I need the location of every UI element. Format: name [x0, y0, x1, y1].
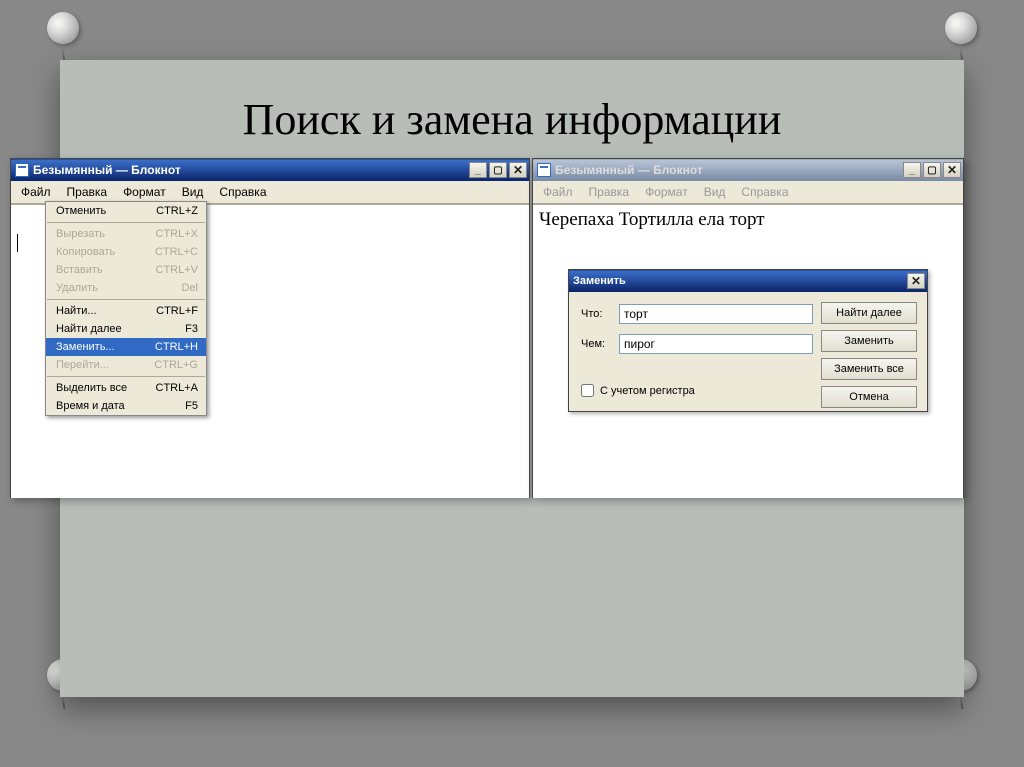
- menu-item-shortcut: CTRL+H: [155, 341, 198, 353]
- menu-item-label: Копировать: [56, 246, 115, 258]
- match-case-label: С учетом регистра: [600, 385, 695, 397]
- menu-item-вставить: Вставить CTRL+V: [46, 261, 206, 279]
- menu-item-label: Найти далее: [56, 323, 122, 335]
- notepad-window-right: Безымянный — Блокнот _ ▢ ✕ Файл Правка Ф…: [532, 158, 964, 498]
- menu-item-label: Перейти...: [56, 359, 109, 371]
- maximize-button[interactable]: ▢: [923, 162, 941, 178]
- menu-help[interactable]: Справка: [211, 183, 274, 201]
- menu-item-shortcut: Del: [181, 282, 198, 294]
- notepad-window-left: Безымянный — Блокнот _ ▢ ✕ Файл Правка Ф…: [10, 158, 530, 498]
- menu-help[interactable]: Справка: [733, 183, 796, 201]
- menu-item-найти[interactable]: Найти... CTRL+F: [46, 302, 206, 320]
- window-title: Безымянный — Блокнот: [555, 163, 703, 177]
- dialog-title: Заменить: [573, 275, 626, 287]
- menu-item-удалить: Удалить Del: [46, 279, 206, 297]
- menu-item-найти далее[interactable]: Найти далее F3: [46, 320, 206, 338]
- replace-dialog: Заменить ✕ Что: Чем: С учетом регистра: [568, 269, 928, 412]
- menu-view[interactable]: Вид: [174, 183, 212, 201]
- find-next-button[interactable]: Найти далее: [821, 302, 917, 324]
- text-cursor: [17, 234, 18, 252]
- menu-item-shortcut: CTRL+Z: [156, 205, 198, 217]
- replace-button[interactable]: Заменить: [821, 330, 917, 352]
- cancel-button[interactable]: Отмена: [821, 386, 917, 408]
- menu-format[interactable]: Формат: [115, 183, 174, 201]
- with-label: Чем:: [581, 338, 613, 350]
- menu-item-выделить все[interactable]: Выделить все CTRL+A: [46, 379, 206, 397]
- what-label: Что:: [581, 308, 613, 320]
- menubar: Файл Правка Формат Вид Справка: [533, 181, 963, 204]
- edit-dropdown-menu: Отменить CTRL+Z Вырезать CTRL+X Копировать CT…: [45, 201, 207, 416]
- menu-item-shortcut: F5: [185, 400, 198, 412]
- menu-item-label: Найти...: [56, 305, 97, 317]
- close-button[interactable]: ✕: [943, 162, 961, 178]
- menu-format[interactable]: Формат: [637, 183, 696, 201]
- menu-item-shortcut: CTRL+F: [156, 305, 198, 317]
- menu-item-shortcut: CTRL+G: [154, 359, 198, 371]
- menu-file[interactable]: Файл: [13, 183, 59, 201]
- menu-item-label: Вставить: [56, 264, 103, 276]
- menu-item-отменить[interactable]: Отменить CTRL+Z: [46, 202, 206, 220]
- slide-title: Поиск и замена информации: [70, 94, 954, 145]
- close-button[interactable]: ✕: [509, 162, 527, 178]
- menu-view[interactable]: Вид: [696, 183, 734, 201]
- menu-item-перейти: Перейти... CTRL+G: [46, 356, 206, 374]
- notepad-icon: [15, 163, 29, 177]
- menu-item-shortcut: CTRL+C: [155, 246, 198, 258]
- menu-item-shortcut: CTRL+A: [156, 382, 199, 394]
- menu-item-label: Вырезать: [56, 228, 105, 240]
- menu-item-копировать: Копировать CTRL+C: [46, 243, 206, 261]
- menu-item-label: Отменить: [56, 205, 106, 217]
- menu-item-label: Удалить: [56, 282, 98, 294]
- menu-item-label: Время и дата: [56, 400, 125, 412]
- minimize-button[interactable]: _: [903, 162, 921, 178]
- menu-item-shortcut: CTRL+X: [156, 228, 199, 240]
- menu-item-shortcut: F3: [185, 323, 198, 335]
- menu-item-shortcut: CTRL+V: [156, 264, 199, 276]
- menu-edit[interactable]: Правка: [59, 183, 116, 201]
- find-what-input[interactable]: [619, 304, 813, 324]
- menu-item-заменить[interactable]: Заменить... CTRL+H: [46, 338, 206, 356]
- dialog-titlebar[interactable]: Заменить ✕: [569, 270, 927, 292]
- replace-all-button[interactable]: Заменить все: [821, 358, 917, 380]
- minimize-button[interactable]: _: [469, 162, 487, 178]
- notepad-icon: [537, 163, 551, 177]
- slide-board: Поиск и замена информации Безымянный — Б…: [60, 60, 964, 697]
- text-content: Черепаха Тортилла ела торт: [539, 209, 765, 230]
- maximize-button[interactable]: ▢: [489, 162, 507, 178]
- menu-item-вырезать: Вырезать CTRL+X: [46, 225, 206, 243]
- menu-item-время и дата[interactable]: Время и дата F5: [46, 397, 206, 415]
- titlebar[interactable]: Безымянный — Блокнот _ ▢ ✕: [533, 159, 963, 181]
- dialog-close-button[interactable]: ✕: [907, 273, 925, 289]
- window-title: Безымянный — Блокнот: [33, 163, 181, 177]
- menu-file[interactable]: Файл: [535, 183, 581, 201]
- titlebar[interactable]: Безымянный — Блокнот _ ▢ ✕: [11, 159, 529, 181]
- menu-item-label: Заменить...: [56, 341, 115, 353]
- match-case-checkbox[interactable]: [581, 384, 594, 397]
- menu-item-label: Выделить все: [56, 382, 127, 394]
- menu-edit[interactable]: Правка: [581, 183, 638, 201]
- replace-with-input[interactable]: [619, 334, 813, 354]
